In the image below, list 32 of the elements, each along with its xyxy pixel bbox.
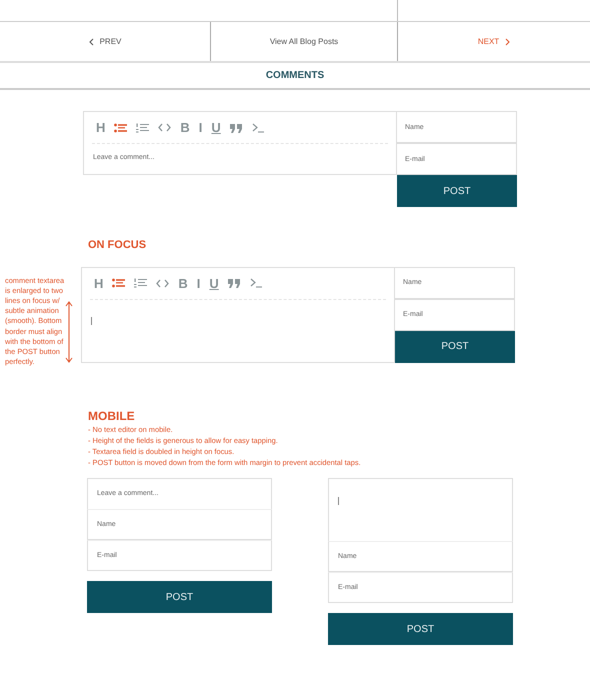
bullet-list-button[interactable]	[114, 122, 128, 132]
underline-button[interactable]: U	[211, 121, 221, 134]
terminal-button[interactable]	[252, 122, 265, 132]
post-button[interactable]: POST	[87, 581, 272, 614]
post-button[interactable]: POST	[397, 175, 517, 207]
numbered-list-button[interactable]	[136, 122, 150, 132]
double-arrow-icon	[65, 300, 73, 362]
underline-button[interactable]: U	[209, 276, 219, 290]
quote-button[interactable]	[228, 278, 241, 288]
prev-link[interactable]: PREV	[0, 22, 211, 61]
comment-editor[interactable]: H B I U	[81, 266, 395, 362]
bold-button[interactable]: B	[180, 121, 190, 134]
chevron-right-icon	[505, 38, 510, 46]
terminal-button[interactable]	[250, 278, 263, 288]
post-button[interactable]: POST	[395, 330, 515, 362]
italic-button[interactable]: I	[196, 276, 200, 290]
post-button[interactable]: POST	[328, 613, 513, 646]
code-button[interactable]	[158, 123, 172, 132]
comments-heading: COMMENTS	[266, 69, 324, 83]
italic-button[interactable]: I	[198, 121, 202, 134]
section-heading: MOBILE	[88, 408, 136, 426]
bullet-list-button[interactable]	[112, 278, 126, 288]
next-link[interactable]: NEXT	[398, 22, 590, 61]
chevron-left-icon	[88, 38, 94, 46]
quote-button[interactable]	[230, 122, 243, 132]
heading-button[interactable]: H	[94, 276, 104, 290]
all-posts-link[interactable]: View All Blog Posts	[211, 22, 398, 61]
numbered-list-button[interactable]	[134, 278, 148, 288]
code-button[interactable]	[156, 278, 170, 288]
heading-button[interactable]: H	[96, 121, 106, 134]
bold-button[interactable]: B	[178, 276, 188, 290]
section-heading: ON FOCUS	[88, 238, 148, 253]
